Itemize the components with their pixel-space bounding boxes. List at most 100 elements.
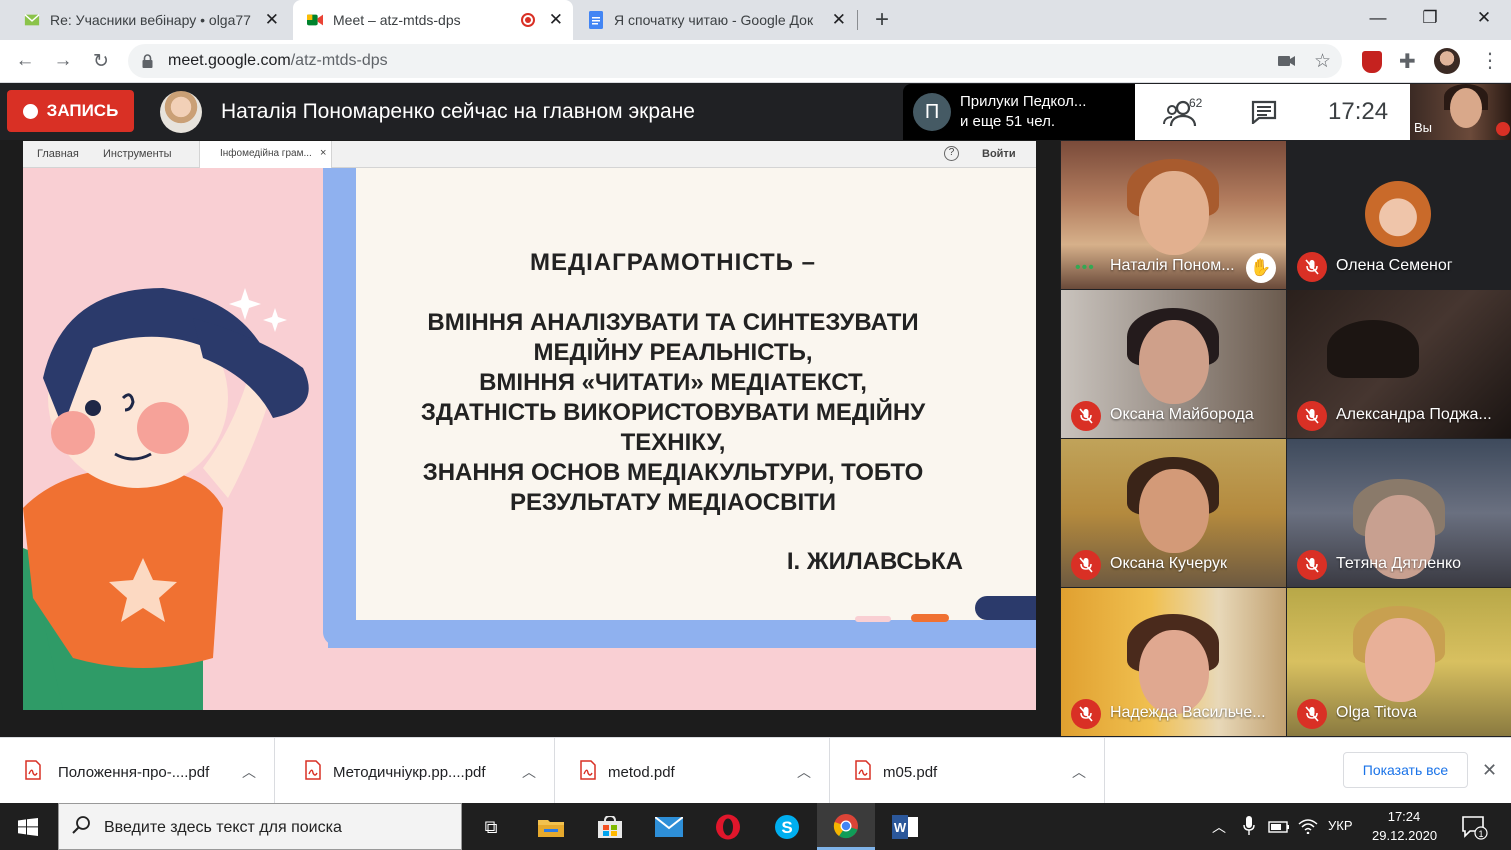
tray-chevron-up-icon[interactable]: ︿ [1212, 817, 1226, 837]
download-item[interactable]: metod.pdf ︿ [555, 738, 830, 804]
skype-icon[interactable]: S [769, 809, 805, 845]
participant-tile[interactable]: Тетяна Дятленко [1287, 439, 1511, 587]
slide-text: МЕДІАГРАМОТНІСТЬ – ВМІННЯ АНАЛІЗУВАТИ ТА… [353, 248, 993, 518]
self-view-tile[interactable]: Вы [1410, 84, 1511, 140]
participant-tile[interactable]: Olga Titova [1287, 588, 1511, 736]
chrome-taskbar-item[interactable] [817, 803, 875, 850]
url-path: /atz-mtds-dps [290, 52, 388, 69]
minimize-icon[interactable]: — [1354, 0, 1402, 36]
extensions-puzzle-icon[interactable]: ✚ [1399, 49, 1416, 74]
muted-mic-icon [1297, 550, 1327, 580]
close-tab-icon[interactable]: ✕ [265, 11, 279, 29]
address-bar[interactable]: meet.google.com/atz-mtds-dps ☆ [128, 44, 1342, 78]
ublock-extension-icon[interactable] [1362, 51, 1382, 73]
camera-icon[interactable] [1278, 54, 1296, 73]
battery-icon[interactable] [1268, 820, 1290, 838]
participant-name: Оксана Кучерук [1110, 555, 1227, 572]
help-icon: ? [944, 146, 959, 161]
record-dot-icon [22, 103, 38, 119]
svg-text:W: W [894, 820, 907, 835]
participant-name: Оксана Майборода [1110, 406, 1254, 423]
input-language[interactable]: УКР [1328, 818, 1353, 833]
store-icon[interactable] [592, 809, 628, 845]
tab-docs[interactable]: Я спочатку читаю - Google Док ✕ [578, 0, 856, 40]
participant-name: Наталія Поном... [1110, 257, 1235, 274]
tab-title: Я спочатку читаю - Google Док [614, 12, 814, 28]
chevron-up-icon[interactable]: ︿ [797, 762, 811, 782]
slide-title: МЕДІАГРАМОТНІСТЬ – [530, 249, 816, 276]
board-chalk [911, 614, 949, 622]
participant-name: Александра Поджа... [1336, 406, 1492, 423]
taskbar-date: 29.12.2020 [1372, 828, 1438, 843]
svg-text:S: S [781, 818, 792, 837]
profile-avatar[interactable] [1434, 48, 1460, 74]
video-face [1139, 630, 1209, 714]
meet-icon [307, 12, 323, 28]
close-tab-icon[interactable]: ✕ [832, 11, 846, 29]
opera-icon[interactable] [710, 809, 746, 845]
file-explorer-icon[interactable] [533, 809, 569, 845]
participant-tile[interactable]: Оксана Кучерук [1061, 439, 1286, 587]
download-item[interactable]: Методичнiукр.pp....pdf ︿ [280, 738, 555, 804]
chat-icon[interactable] [1251, 100, 1277, 124]
close-window-icon[interactable]: ✕ [1460, 0, 1508, 36]
download-filename: Методичнiукр.pp....pdf [333, 764, 486, 781]
recording-button[interactable]: ЗАПИСЬ [7, 90, 134, 132]
taskbar-search-box[interactable]: Введите здесь текст для поиска [58, 803, 462, 850]
lock-icon[interactable] [142, 54, 153, 73]
self-video-face [1450, 88, 1482, 128]
muted-mic-icon [1071, 550, 1101, 580]
download-item[interactable]: Положення-про-....pdf ︿ [0, 738, 275, 804]
board-eraser [975, 596, 1036, 620]
chevron-up-icon[interactable]: ︿ [522, 762, 536, 782]
video-hair [1327, 320, 1419, 378]
video-face [1365, 618, 1435, 702]
taskbar-clock[interactable]: 17:24 29.12.2020 [1372, 807, 1438, 845]
chevron-up-icon[interactable]: ︿ [1072, 762, 1086, 782]
board-frame-bottom [328, 620, 1036, 648]
participant-tile[interactable]: Александра Поджа... [1287, 290, 1511, 438]
task-view-icon[interactable]: ⧉ [473, 809, 509, 845]
chrome-icon [833, 814, 858, 839]
wifi-icon[interactable] [1298, 818, 1318, 839]
maximize-icon[interactable]: ❐ [1406, 0, 1454, 36]
active-speaker-card[interactable]: П Прилуки Педкол... и еще 51 чел. [903, 84, 1135, 140]
download-filename: m05.pdf [883, 764, 938, 781]
participant-tile[interactable]: ••• Наталія Поном... ✋ [1061, 141, 1286, 289]
windows-start-icon[interactable] [18, 818, 38, 836]
close-downloads-icon[interactable]: ✕ [1482, 760, 1497, 781]
tab-gmail[interactable]: Re: Учасники вебінару • olga77 ✕ [14, 0, 289, 40]
tab-meet[interactable]: Meet – atz-mtds-dps ✕ [293, 0, 573, 40]
doc-menu-tools: Инструменты [103, 148, 172, 160]
speaking-dots-icon: ••• [1075, 259, 1095, 276]
microphone-tray-icon[interactable] [1243, 816, 1255, 841]
back-icon[interactable]: ← [12, 48, 38, 74]
show-all-downloads-button[interactable]: Показать все [1343, 752, 1468, 788]
doc-menu-home: Главная [37, 148, 79, 160]
close-tab-icon[interactable]: ✕ [549, 11, 563, 29]
participant-tile[interactable]: Надежда Васильче... [1061, 588, 1286, 736]
downloads-bar: Положення-про-....pdf ︿ Методичнiукр.pp.… [0, 737, 1511, 804]
chevron-up-icon[interactable]: ︿ [242, 762, 256, 782]
windows-taskbar: Введите здесь текст для поиска ⧉ S W ︿ У… [0, 803, 1511, 850]
speaker-name: Прилуки Педкол... [960, 93, 1087, 110]
notifications-icon[interactable]: 1 [1462, 816, 1488, 845]
presenter-avatar [160, 91, 202, 133]
muted-mic-icon [1071, 401, 1101, 431]
pdf-file-icon [580, 760, 596, 780]
pdf-file-icon [25, 760, 41, 780]
menu-dots-icon[interactable]: ⋮ [1480, 48, 1500, 73]
participant-tile[interactable]: Оксана Майборода [1061, 290, 1286, 438]
mail-app-icon[interactable] [651, 809, 687, 845]
download-filename: metod.pdf [608, 764, 675, 781]
participant-name: Тетяна Дятленко [1336, 555, 1462, 572]
download-item[interactable]: m05.pdf ︿ [830, 738, 1105, 804]
pdf-file-icon [305, 760, 321, 780]
new-tab-button[interactable]: + [868, 6, 896, 34]
pdf-file-icon [855, 760, 871, 780]
word-icon[interactable]: W [887, 809, 923, 845]
participant-tile[interactable]: Олена Семеног [1287, 141, 1511, 289]
reload-icon[interactable]: ↻ [88, 48, 114, 74]
bookmark-star-icon[interactable]: ☆ [1314, 50, 1331, 73]
forward-icon[interactable]: → [50, 48, 76, 74]
